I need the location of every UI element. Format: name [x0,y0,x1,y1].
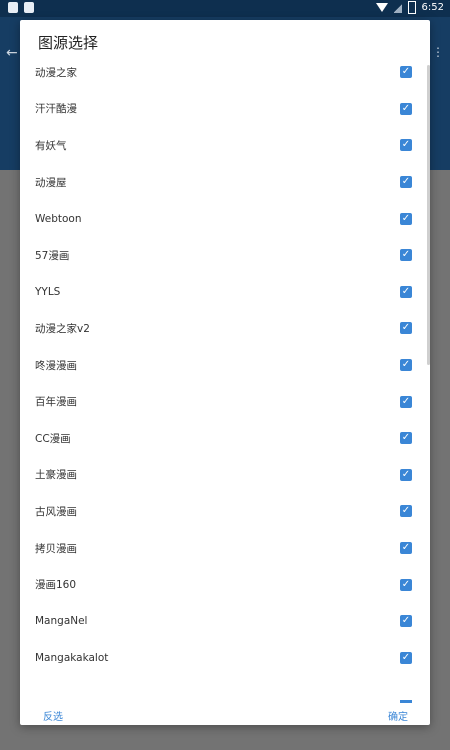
checkbox-partial-next-item [400,700,412,703]
notification-icon [8,2,18,13]
list-item[interactable]: CC漫画 ✓ [20,420,430,457]
checkbox-checked-icon[interactable]: ✓ [400,432,412,445]
battery-icon [407,1,416,14]
list-item[interactable]: 土豪漫画 ✓ [20,457,430,494]
status-time: 6:52 [421,2,444,13]
checkbox-checked-icon[interactable]: ✓ [400,139,412,152]
list-item-label: MangaNel [35,615,88,628]
list-item[interactable]: YYLS ✓ [20,274,430,311]
more-icon: ⋮ [432,45,444,59]
list-item[interactable]: Webtoon ✓ [20,200,430,237]
checkbox-checked-icon[interactable]: ✓ [400,578,412,591]
list-item-label: 动漫之家 [35,66,77,79]
notification-icon [24,2,34,13]
list-item[interactable]: 汗汗酷漫 ✓ [20,91,430,128]
list-item[interactable]: 有妖气 ✓ [20,127,430,164]
checkbox-checked-icon[interactable]: ✓ [400,542,412,555]
source-list[interactable]: 动漫之家 ✓ 汗汗酷漫 ✓ 有妖气 ✓ 动漫屋 ✓ Webtoon ✓ 57漫画 ✓ YYLS ✓ 动漫之家… [20,54,430,684]
list-item-label: 古风漫画 [35,505,77,518]
list-item[interactable]: MangaNel ✓ [20,603,430,640]
checkbox-checked-icon[interactable]: ✓ [400,359,412,372]
list-item[interactable]: 拷贝漫画 ✓ [20,530,430,567]
list-item-label: Mangakakalot [35,651,109,664]
list-item[interactable]: 动漫屋 ✓ [20,164,430,201]
checkbox-checked-icon[interactable]: ✓ [400,615,412,628]
list-item-label: Webtoon [35,212,82,225]
wifi-icon [375,3,388,12]
checkbox-checked-icon[interactable]: ✓ [400,249,412,262]
checkbox-checked-icon[interactable]: ✓ [400,322,412,335]
status-bar: 6:52 [0,0,450,17]
list-item-label: 有妖气 [35,139,67,152]
list-item[interactable]: 动漫之家 ✓ [20,54,430,91]
checkbox-checked-icon[interactable]: ✓ [400,468,412,481]
dialog-title: 图源选择 [38,34,99,52]
list-item[interactable]: Mangakakalot ✓ [20,640,430,677]
list-item-label: 土豪漫画 [35,469,77,482]
checkbox-checked-icon[interactable]: ✓ [400,505,412,518]
source-select-dialog: 图源选择 动漫之家 ✓ 汗汗酷漫 ✓ 有妖气 ✓ 动漫屋 ✓ Webtoon ✓ 57漫画 ✓ YYLS… [20,20,430,725]
list-item-label: 57漫画 [35,249,70,262]
back-arrow-icon: ← [6,45,18,61]
list-item[interactable]: 古风漫画 ✓ [20,493,430,530]
list-item-label: 漫画160 [35,579,77,592]
checkbox-checked-icon[interactable]: ✓ [400,395,412,408]
invert-selection-button[interactable]: 反选 [43,708,63,723]
list-item-label: YYLS [35,285,61,298]
list-item-label: 百年漫画 [35,396,77,409]
signal-icon [393,2,402,13]
checkbox-checked-icon[interactable]: ✓ [400,102,412,115]
list-item-label: 动漫之家v2 [35,322,90,335]
checkbox-checked-icon[interactable]: ✓ [400,176,412,189]
list-item-label: 拷贝漫画 [35,542,77,555]
checkbox-checked-icon[interactable]: ✓ [400,285,412,298]
list-item-label: 咚漫漫画 [35,359,77,372]
scrollbar[interactable] [427,65,430,365]
list-item[interactable]: 漫画160 ✓ [20,566,430,603]
list-item[interactable]: 百年漫画 ✓ [20,383,430,420]
list-item[interactable]: 咚漫漫画 ✓ [20,347,430,384]
checkbox-checked-icon[interactable]: ✓ [400,212,412,225]
list-item[interactable]: 57漫画 ✓ [20,237,430,274]
checkbox-checked-icon[interactable]: ✓ [400,66,412,79]
list-item[interactable]: 动漫之家v2 ✓ [20,310,430,347]
list-item-label: 动漫屋 [35,176,67,189]
list-item-label: CC漫画 [35,432,71,445]
confirm-button[interactable]: 确定 [388,708,408,723]
list-item-label: 汗汗酷漫 [35,103,77,116]
checkbox-checked-icon[interactable]: ✓ [400,651,412,664]
